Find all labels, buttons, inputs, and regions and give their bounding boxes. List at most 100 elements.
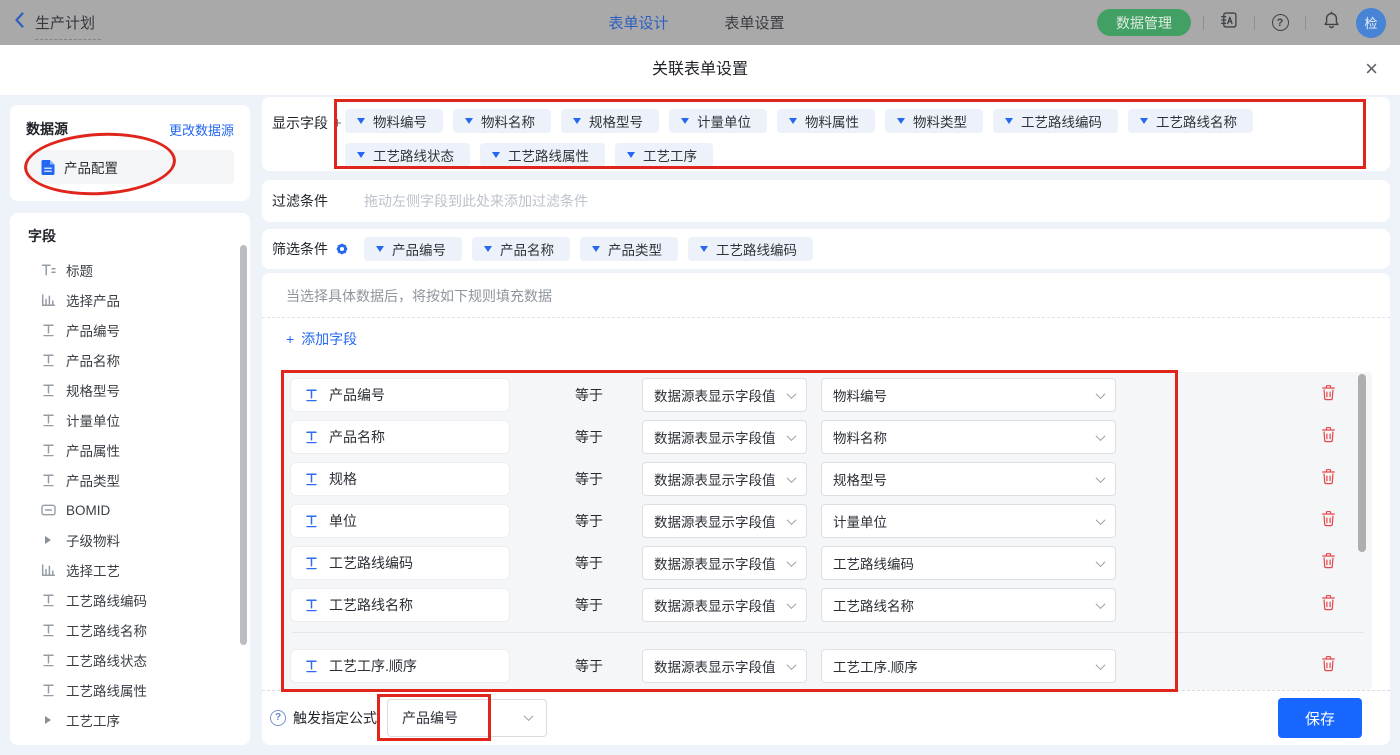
operator-label: 等于 [575,553,605,573]
triangle-down-icon [357,118,365,124]
close-icon[interactable]: × [1365,56,1378,82]
field-item-label: 工艺路线属性 [66,680,147,700]
source-field-select[interactable]: 工艺工序.顺序 [821,649,1116,683]
target-field-box[interactable]: 工艺路线编码 [290,546,510,580]
filter-tag[interactable]: 产品编号 [364,237,462,261]
select-value: 数据源表显示字段值 [654,595,776,615]
display-field-tag[interactable]: 工艺工序 [615,143,713,167]
notification-bell-icon[interactable] [1318,10,1344,36]
target-field-box[interactable]: 规格 [290,462,510,496]
field-item[interactable]: 产品属性 [28,435,250,465]
mapping-rows-scrollbar[interactable] [1358,374,1366,552]
field-item-label: 产品类型 [66,470,120,490]
delete-row-button[interactable] [1321,384,1336,406]
delete-row-button[interactable] [1321,468,1336,490]
avatar[interactable]: 检 [1356,8,1386,38]
filter-tag[interactable]: 产品名称 [472,237,570,261]
change-datasource-link[interactable]: 更改数据源 [169,120,234,139]
delete-row-button[interactable] [1321,510,1336,532]
source-field-select[interactable]: 工艺路线编码 [821,546,1116,580]
triangle-down-icon [789,118,797,124]
filter-tag[interactable]: 产品类型 [580,237,678,261]
display-field-tag[interactable]: 物料属性 [777,109,875,133]
mapping-rows-area: 产品编号 等于 数据源表显示字段值 物料编号 产品名称 等于 数据源表显示字段值… [282,372,1372,690]
text-field-icon [303,556,319,570]
divider [1203,16,1204,30]
delete-row-button[interactable] [1321,594,1336,616]
field-item[interactable]: 工艺路线状态 [28,645,250,675]
field-item[interactable]: 工艺路线名称 [28,615,250,645]
source-type-select[interactable]: 数据源表显示字段值 [642,588,807,622]
target-field-box[interactable]: 产品名称 [290,420,510,454]
tab-form-settings[interactable]: 表单设置 [724,12,784,33]
app-title[interactable]: 生产计划 [35,12,95,33]
source-type-select[interactable]: 数据源表显示字段值 [642,649,807,683]
trigger-field-select[interactable]: 产品编号 [387,699,547,737]
target-field-box[interactable]: 产品编号 [290,378,510,412]
delete-row-button[interactable] [1321,552,1336,574]
delete-row-button[interactable] [1321,655,1336,677]
display-field-tag[interactable]: 计量单位 [669,109,767,133]
source-type-select[interactable]: 数据源表显示字段值 [642,546,807,580]
tab-form-design[interactable]: 表单设计 [608,12,668,33]
field-item[interactable]: 产品名称 [28,345,250,375]
target-field-label: 规格 [329,469,357,489]
target-field-box[interactable]: 单位 [290,504,510,538]
target-field-box[interactable]: 工艺路线名称 [290,588,510,622]
source-type-select[interactable]: 数据源表显示字段值 [642,420,807,454]
back-button[interactable] [14,12,25,33]
source-field-select[interactable]: 规格型号 [821,462,1116,496]
triangle-down-icon [357,152,365,158]
source-field-select[interactable]: 物料名称 [821,420,1116,454]
field-item[interactable]: 工艺路线属性 [28,675,250,705]
display-field-tag[interactable]: 工艺路线名称 [1128,109,1253,133]
display-field-tag[interactable]: 规格型号 [561,109,659,133]
field-item[interactable]: 工艺工序 [28,705,250,735]
display-field-tag[interactable]: 物料编号 [345,109,443,133]
display-field-tag[interactable]: 物料类型 [885,109,983,133]
field-item[interactable]: 规格型号 [28,375,250,405]
gear-icon[interactable] [335,242,349,256]
add-field-link[interactable]: +添加字段 [286,329,357,349]
datasource-item[interactable]: 产品配置 [26,150,234,184]
field-item[interactable]: 工艺路线编码 [28,585,250,615]
delete-row-button[interactable] [1321,426,1336,448]
source-field-select[interactable]: 物料编号 [821,378,1116,412]
fill-rules-card: 当选择具体数据后，将按如下规则填充数据 +添加字段 产品编号 等于 数据源表显示… [262,273,1390,745]
source-type-select[interactable]: 数据源表显示字段值 [642,462,807,496]
field-item[interactable]: 子级物料 [28,525,250,555]
display-field-tag[interactable]: 工艺路线状态 [345,143,470,167]
fields-scrollbar[interactable] [240,245,247,645]
field-item[interactable]: 产品类型 [28,465,250,495]
target-field-box[interactable]: 工艺工序.顺序 [290,649,510,683]
field-item[interactable]: 产品编号 [28,315,250,345]
filter-card[interactable]: 过滤条件 拖动左侧字段到此处来添加过滤条件 [262,180,1390,222]
field-item[interactable]: 选择工艺 [28,555,250,585]
add-display-field-button[interactable]: + [333,115,342,132]
display-field-tag[interactable]: 物料名称 [453,109,551,133]
source-field-select[interactable]: 工艺路线名称 [821,588,1116,622]
field-item-label: 子级物料 [66,530,120,550]
display-field-tag[interactable]: 工艺路线属性 [480,143,605,167]
help-icon[interactable]: ? [1267,10,1293,36]
field-item[interactable]: 选择产品 [28,285,250,315]
tag-label: 工艺路线编码 [1021,111,1102,131]
source-type-select[interactable]: 数据源表显示字段值 [642,504,807,538]
plus-icon: + [286,331,294,347]
field-item[interactable]: 计量单位 [28,405,250,435]
select-value: 物料编号 [833,385,887,405]
field-item[interactable]: BOMID [28,495,250,525]
data-manage-button[interactable]: 数据管理 [1097,9,1191,36]
field-item[interactable]: 标题 [28,255,250,285]
source-field-select[interactable]: 计量单位 [821,504,1116,538]
contacts-book-icon[interactable] [1216,10,1242,36]
display-field-tag[interactable]: 工艺路线编码 [993,109,1118,133]
input-box-icon [40,504,56,516]
trigger-help-icon[interactable]: ? [270,710,286,726]
save-button[interactable]: 保存 [1278,698,1362,738]
source-type-select[interactable]: 数据源表显示字段值 [642,378,807,412]
trash-icon [1321,510,1336,532]
filter-tag[interactable]: 工艺路线编码 [688,237,813,261]
topbar: 生产计划 表单设计 表单设置 数据管理 ? 检 [0,0,1400,45]
field-item-label: 工艺工序 [66,710,120,730]
